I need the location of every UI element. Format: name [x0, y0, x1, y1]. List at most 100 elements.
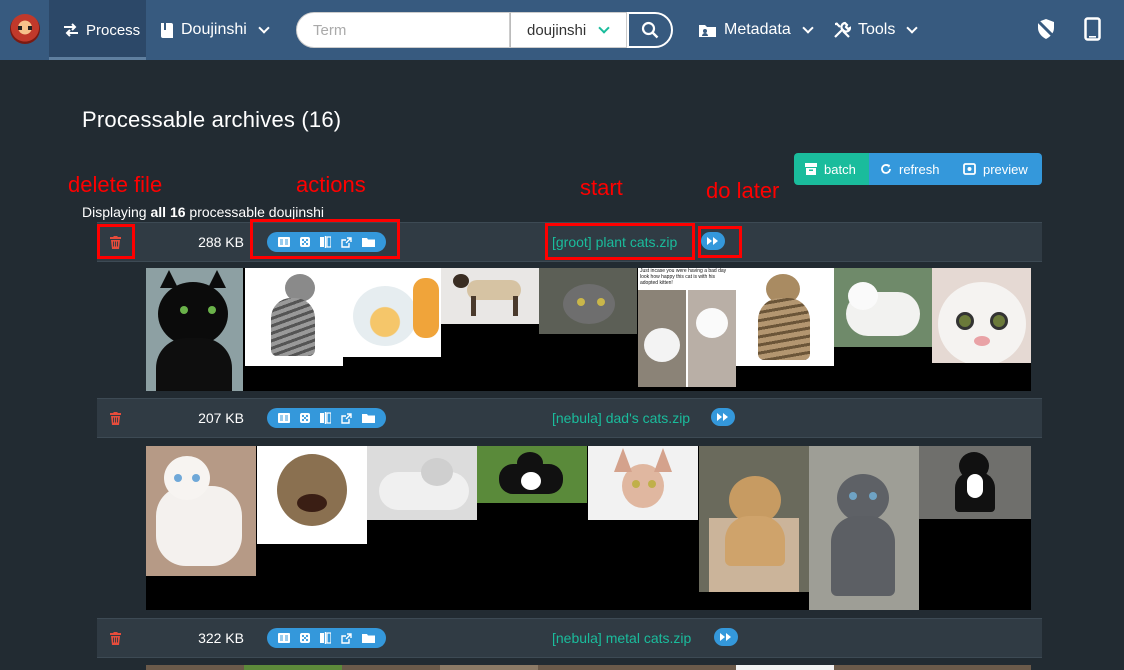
archive-actions — [267, 232, 386, 252]
book-icon — [161, 22, 173, 38]
address-card-icon — [699, 25, 716, 37]
nav-metadata-label: Metadata — [724, 21, 791, 38]
thumbnail[interactable] — [736, 268, 834, 366]
refresh-button[interactable]: refresh — [869, 153, 952, 185]
thumbnail[interactable] — [440, 665, 538, 670]
thumbnail[interactable] — [809, 446, 919, 610]
archive-row: 288 KB [groot] plant cats.zip — [97, 222, 1042, 262]
archive-actions — [267, 628, 386, 648]
forward-icon — [707, 237, 718, 245]
archive-size: 207 KB — [198, 410, 244, 426]
thumbnail[interactable] — [367, 446, 477, 520]
shield-slash-icon — [1035, 18, 1057, 40]
external-link-icon[interactable] — [341, 236, 352, 248]
thumbnail[interactable] — [699, 446, 809, 592]
reader-icon[interactable] — [278, 633, 290, 643]
do-later-button[interactable] — [711, 408, 735, 426]
nav-tools-dropdown[interactable]: Tools — [833, 0, 919, 60]
search-bar: doujinshi — [296, 12, 673, 48]
reader-icon[interactable] — [278, 237, 290, 247]
do-later-button[interactable] — [714, 628, 738, 646]
folder-icon[interactable] — [362, 633, 375, 643]
archive-size: 288 KB — [198, 234, 244, 250]
meme-caption: Just incase you were having a bad day lo… — [640, 268, 727, 286]
preview-button[interactable]: preview — [952, 153, 1042, 185]
archive-row: 207 KB [nebula] dad's cats.zip — [97, 398, 1042, 438]
archive-size: 322 KB — [198, 630, 244, 646]
chevron-down-icon — [802, 22, 814, 34]
dice-icon[interactable] — [300, 237, 310, 247]
trash-icon — [110, 412, 121, 425]
device-mode-toggle[interactable] — [1084, 17, 1101, 46]
preview-icon — [963, 163, 976, 175]
external-link-icon[interactable] — [341, 632, 352, 644]
thumbnail[interactable] — [146, 446, 256, 576]
compare-icon[interactable] — [320, 236, 331, 248]
external-link-icon[interactable] — [341, 412, 352, 424]
thumbnail[interactable] — [245, 268, 343, 366]
folder-icon[interactable] — [362, 413, 375, 423]
dice-icon[interactable] — [300, 633, 310, 643]
thumbnail[interactable] — [343, 268, 441, 357]
thumbnail[interactable] — [834, 268, 932, 347]
dice-icon[interactable] — [300, 413, 310, 423]
delete-file-button[interactable] — [110, 236, 121, 254]
batch-label: batch — [824, 161, 856, 177]
thumbnail[interactable] — [588, 446, 698, 520]
nav-process-label: Process — [86, 21, 141, 39]
app-logo[interactable] — [10, 14, 40, 44]
compare-icon[interactable] — [320, 632, 331, 644]
search-button[interactable] — [627, 12, 673, 48]
thumbnail[interactable] — [736, 665, 834, 670]
do-later-button[interactable] — [701, 232, 725, 250]
thumbnail[interactable] — [146, 268, 243, 391]
displaying-count-strong: all 16 — [150, 204, 186, 220]
search-icon — [641, 21, 659, 39]
thumbnail[interactable] — [477, 446, 587, 503]
archive-filename-link[interactable]: [nebula] dad's cats.zip — [552, 410, 690, 426]
refresh-label: refresh — [899, 161, 940, 177]
thumbnail[interactable] — [441, 268, 539, 324]
search-input[interactable] — [296, 12, 510, 48]
nav-process[interactable]: Process — [49, 0, 146, 60]
trash-icon — [110, 236, 121, 249]
privacy-toggle[interactable] — [1035, 18, 1057, 45]
forward-icon — [720, 633, 731, 641]
thumbnail[interactable] — [932, 268, 1031, 363]
archive-filename-link[interactable]: [nebula] metal cats.zip — [552, 630, 691, 646]
delete-file-button[interactable] — [110, 632, 121, 650]
thumbnail[interactable]: Just incase you were having a bad day lo… — [638, 268, 736, 387]
batch-button[interactable]: batch — [794, 153, 869, 185]
swap-arrows-icon — [64, 23, 78, 37]
delete-file-button[interactable] — [110, 412, 121, 430]
thumbnail[interactable] — [539, 268, 637, 334]
nav-doujinshi-label: Doujinshi — [181, 21, 247, 38]
folder-icon[interactable] — [362, 237, 375, 247]
annotation-do-later: do later — [706, 178, 780, 203]
displaying-suffix: processable doujinshi — [189, 204, 325, 220]
search-category-select[interactable]: doujinshi — [510, 12, 627, 48]
annotation-start: start — [580, 175, 623, 200]
nav-tools-label: Tools — [858, 21, 896, 38]
archive-actions — [267, 408, 386, 428]
chevron-down-icon — [906, 22, 919, 34]
compare-icon[interactable] — [320, 412, 331, 424]
toolbar-button-group: batch refresh preview — [794, 153, 1042, 185]
archive-thumbnail-gallery — [146, 446, 1031, 610]
annotation-actions: actions — [296, 172, 366, 197]
archive-filename-link[interactable]: [groot] plant cats.zip — [552, 234, 677, 250]
chevron-down-icon — [258, 22, 270, 34]
reader-icon[interactable] — [278, 413, 290, 423]
nav-doujinshi-dropdown[interactable]: Doujinshi — [160, 0, 270, 60]
thumbnail[interactable] — [257, 446, 367, 544]
refresh-icon — [881, 164, 891, 174]
nav-metadata-dropdown[interactable]: Metadata — [698, 0, 814, 60]
archive-thumbnail-gallery: Just incase you were having a bad day lo… — [146, 268, 1031, 391]
annotation-delete-file: delete file — [68, 172, 163, 197]
trash-icon — [110, 632, 121, 645]
displaying-count: Displaying all 16 processable doujinshi — [82, 204, 324, 220]
thumbnail[interactable] — [244, 665, 342, 670]
chevron-down-icon — [598, 22, 610, 34]
thumbnail[interactable] — [919, 446, 1031, 519]
archive-thumbnail-gallery — [146, 665, 1031, 670]
